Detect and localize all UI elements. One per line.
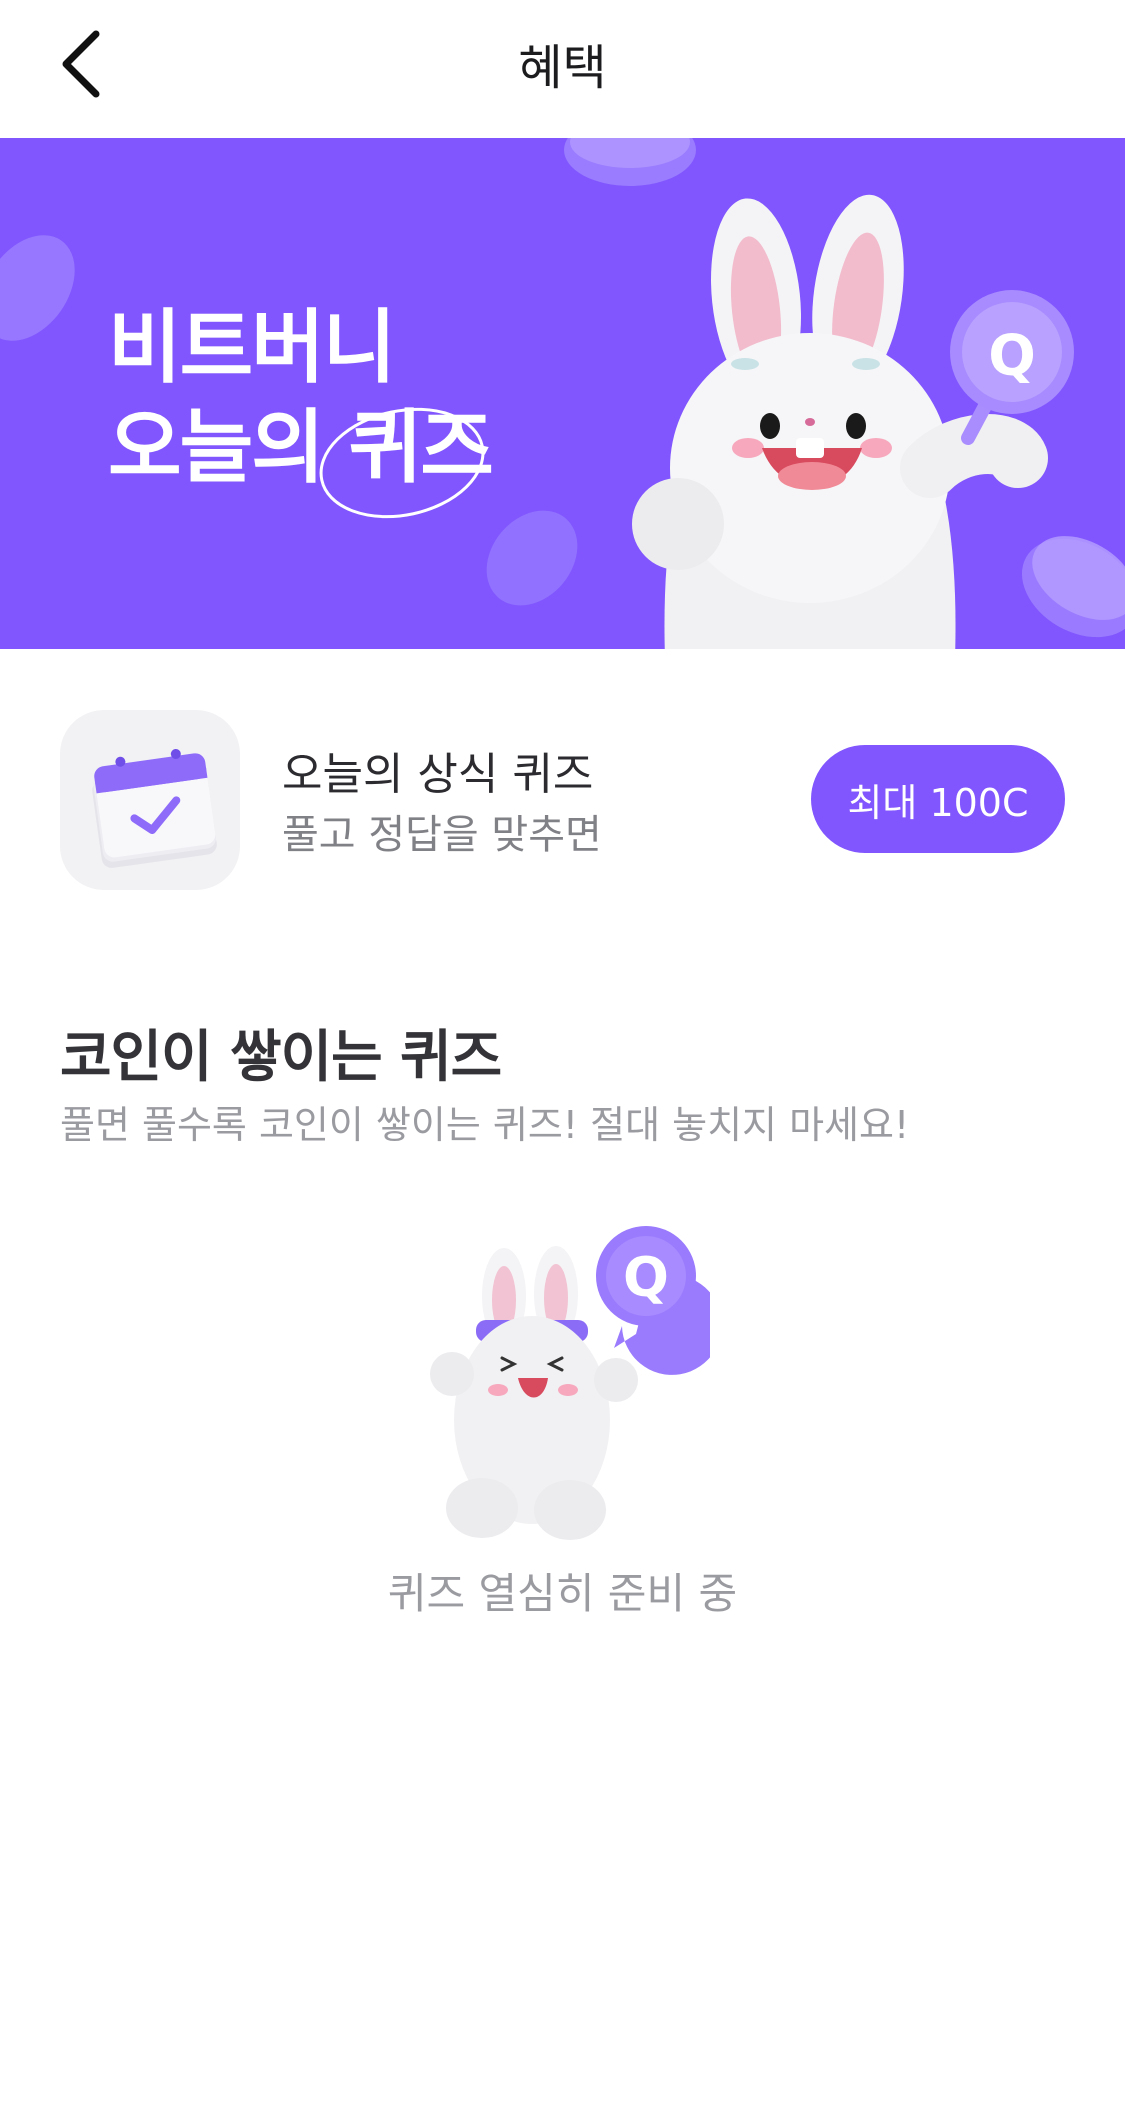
daily-quiz-subtitle: 풀고 정답을 맞추면 — [282, 812, 602, 858]
q-bubble-letter: Q — [623, 1246, 669, 1309]
quiz-thumbnail — [60, 710, 240, 890]
empty-state-illustration: Q — [430, 1226, 710, 1540]
banner-line2-prefix: 오늘의 — [108, 401, 325, 494]
q-badge-letter: Q — [988, 324, 1036, 389]
section-subtitle: 풀면 풀수록 코인이 쌓이는 퀴즈! 절대 놓치지 마세요! — [60, 1103, 910, 1147]
page-title: 혜택 — [518, 40, 607, 96]
reward-button[interactable]: 최대 100C — [811, 745, 1065, 853]
quiz-banner[interactable]: Q 비트버니 오늘의 퀴즈 — [0, 138, 1125, 649]
bunny-mascot — [632, 194, 1074, 649]
section-title: 코인이 쌓이는 퀴즈 — [60, 1025, 502, 1090]
daily-quiz-item[interactable]: 오늘의 상식 퀴즈 풀고 정답을 맞추면 최대 100C — [0, 650, 1125, 910]
banner-line2: 오늘의 퀴즈 — [108, 398, 494, 519]
calendar-check-icon — [92, 748, 217, 868]
top-app-bar: 혜택 — [0, 0, 1125, 138]
coin-decoration — [0, 235, 75, 341]
daily-quiz-title: 오늘의 상식 퀴즈 — [282, 749, 594, 800]
highlight-ring — [319, 407, 485, 519]
empty-state-message: 퀴즈 열심히 준비 중 — [387, 1569, 738, 1618]
svg-text:Q: Q — [988, 324, 1036, 389]
banner-line1: 비트버니 — [108, 301, 396, 394]
banner-headline: 비트버니 오늘의 퀴즈 — [108, 298, 494, 519]
